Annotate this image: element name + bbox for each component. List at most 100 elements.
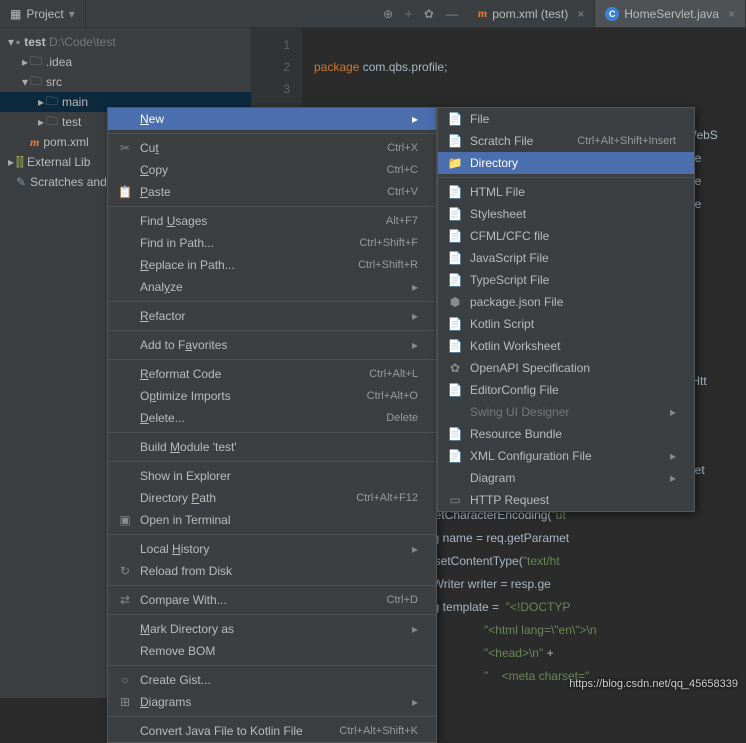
menu-item-scratch-file[interactable]: 📄Scratch FileCtrl+Alt+Shift+Insert <box>438 130 694 152</box>
menu-item-directory[interactable]: 📁Directory <box>438 152 694 174</box>
menu-icon: ○ <box>116 673 134 687</box>
menu-item-optimize-imports[interactable]: Optimize ImportsCtrl+Alt+O <box>108 385 436 407</box>
menu-label: Scratch File <box>470 134 533 148</box>
menu-item-paste[interactable]: 📋PasteCtrl+V <box>108 181 436 203</box>
menu-item-diagram[interactable]: Diagram▸ <box>438 467 694 489</box>
folder-icon: ▪ <box>16 35 20 49</box>
shortcut: Ctrl+Alt+F12 <box>326 492 418 504</box>
collapse-icon[interactable]: ÷ <box>405 7 412 21</box>
menu-item-http-request[interactable]: ▭HTTP Request <box>438 489 694 511</box>
menu-label: Copy <box>140 163 168 177</box>
tab-homeservlet[interactable]: C HomeServlet.java × <box>595 0 746 27</box>
shortcut: Ctrl+D <box>357 594 418 606</box>
menu-label: EditorConfig File <box>470 383 559 397</box>
menu-icon: 📋 <box>116 185 134 199</box>
shortcut: Ctrl+C <box>357 164 418 176</box>
menu-item-package-json-file[interactable]: ⬢package.json File <box>438 291 694 313</box>
submenu-arrow-icon: ▸ <box>392 309 418 323</box>
menu-item-analyze[interactable]: Analyze▸ <box>108 276 436 298</box>
menu-separator <box>108 301 436 302</box>
menu-item-delete-[interactable]: Delete...Delete <box>108 407 436 429</box>
menu-item-stylesheet[interactable]: 📄Stylesheet <box>438 203 694 225</box>
menu-label: Optimize Imports <box>140 389 231 403</box>
tree-root[interactable]: ▾ ▪ test D:\Code\test <box>0 32 251 52</box>
menu-item-local-history[interactable]: Local History▸ <box>108 538 436 560</box>
menu-item-show-in-explorer[interactable]: Show in Explorer <box>108 465 436 487</box>
menu-item-reformat-code[interactable]: Reformat CodeCtrl+Alt+L <box>108 363 436 385</box>
menu-item-convert-java-file-to-kotlin-file[interactable]: Convert Java File to Kotlin FileCtrl+Alt… <box>108 720 436 742</box>
hide-icon[interactable]: — <box>446 7 458 21</box>
menu-item-create-gist-[interactable]: ○Create Gist... <box>108 669 436 691</box>
menu-item-editorconfig-file[interactable]: 📄EditorConfig File <box>438 379 694 401</box>
code-keyword: package <box>314 60 363 74</box>
menu-label: Reformat Code <box>140 367 221 381</box>
menu-icon: ⇄ <box>116 593 134 607</box>
menu-separator <box>108 665 436 666</box>
menu-item-compare-with-[interactable]: ⇄ Compare With... Ctrl+D <box>108 589 436 611</box>
menu-item-typescript-file[interactable]: 📄TypeScript File <box>438 269 694 291</box>
target-icon[interactable]: ⊕ <box>383 7 393 21</box>
menu-label: Directory Path <box>140 491 216 505</box>
menu-item-openapi-specification[interactable]: ✿OpenAPI Specification <box>438 357 694 379</box>
menu-icon: 📄 <box>446 185 464 199</box>
folder-icon: 🗀 <box>46 92 58 113</box>
menu-item-replace-in-path-[interactable]: Replace in Path...Ctrl+Shift+R <box>108 254 436 276</box>
project-label-text: Project <box>26 7 63 21</box>
menu-item-reload-from-disk[interactable]: ↻ Reload from Disk <box>108 560 436 582</box>
menu-item-refactor[interactable]: Refactor▸ <box>108 305 436 327</box>
menu-item-kotlin-script[interactable]: 📄Kotlin Script <box>438 313 694 335</box>
watermark: https://blog.csdn.net/qq_45658339 <box>569 678 738 690</box>
menu-label: Reload from Disk <box>140 564 232 578</box>
menu-icon: ↻ <box>116 564 134 578</box>
menu-item-diagrams[interactable]: ⊞Diagrams▸ <box>108 691 436 713</box>
menu-label: Paste <box>140 185 171 199</box>
menu-item-open-in-terminal[interactable]: ▣Open in Terminal <box>108 509 436 531</box>
menu-item-cut[interactable]: ✂CutCtrl+X <box>108 137 436 159</box>
menu-label: Open in Terminal <box>140 513 231 527</box>
project-tool-label[interactable]: ▦ Project ▾ <box>0 0 86 27</box>
tree-label: main <box>62 95 88 109</box>
menu-icon: 📄 <box>446 339 464 353</box>
menu-item-remove-bom[interactable]: Remove BOM <box>108 640 436 662</box>
menu-item-add-to-favorites[interactable]: Add to Favorites▸ <box>108 334 436 356</box>
menu-label: Compare With... <box>140 593 227 607</box>
menu-icon: 📄 <box>446 251 464 265</box>
tree-src[interactable]: ▾ 🗀 src <box>0 72 251 92</box>
submenu-arrow-icon: ▸ <box>392 112 418 126</box>
menu-item-html-file[interactable]: 📄HTML File <box>438 181 694 203</box>
tab-pom[interactable]: m pom.xml (test) × <box>468 0 595 27</box>
menu-item-build-module-test-[interactable]: Build Module 'test' <box>108 436 436 458</box>
menu-item-cfml-cfc-file[interactable]: 📄CFML/CFC file <box>438 225 694 247</box>
menu-icon: 📁 <box>446 156 464 170</box>
tree-idea[interactable]: ▸ 🗀 .idea <box>0 52 251 72</box>
menu-item-directory-path[interactable]: Directory Path Ctrl+Alt+F12 <box>108 487 436 509</box>
chevron-right-icon: ▸ <box>36 115 46 129</box>
menu-item-copy[interactable]: Copy Ctrl+C <box>108 159 436 181</box>
submenu-arrow-icon: ▸ <box>392 542 418 556</box>
close-icon[interactable]: × <box>728 7 735 21</box>
shortcut: Ctrl+Shift+R <box>328 259 418 271</box>
close-icon[interactable]: × <box>577 7 584 21</box>
menu-item-find-usages[interactable]: Find UsagesAlt+F7 <box>108 210 436 232</box>
menu-label: JavaScript File <box>470 251 549 265</box>
menu-icon: 📄 <box>446 317 464 331</box>
project-icon: ▦ <box>10 7 21 21</box>
scratch-icon: ✎ <box>16 175 26 189</box>
menu-item-javascript-file[interactable]: 📄 JavaScript File <box>438 247 694 269</box>
menu-item-kotlin-worksheet[interactable]: 📄Kotlin Worksheet <box>438 335 694 357</box>
menu-label: Add to Favorites <box>140 338 227 352</box>
menu-label: Analyze <box>140 280 183 294</box>
gear-icon[interactable]: ✿ <box>424 7 434 21</box>
menu-label: Mark Directory as <box>140 622 234 636</box>
menu-item-resource-bundle[interactable]: 📄Resource Bundle <box>438 423 694 445</box>
tree-path: D:\Code\test <box>49 35 116 49</box>
submenu-arrow-icon: ▸ <box>650 471 676 485</box>
menu-item-mark-directory-as[interactable]: Mark Directory as▸ <box>108 618 436 640</box>
menu-item-new[interactable]: New▸ <box>108 108 436 130</box>
shortcut: Ctrl+X <box>357 142 418 154</box>
menu-item-xml-configuration-file[interactable]: 📄XML Configuration File▸ <box>438 445 694 467</box>
folder-icon: 🗀 <box>30 72 42 93</box>
tree-label: test <box>62 115 81 129</box>
menu-item-find-in-path-[interactable]: Find in Path...Ctrl+Shift+F <box>108 232 436 254</box>
menu-item-file[interactable]: 📄File <box>438 108 694 130</box>
